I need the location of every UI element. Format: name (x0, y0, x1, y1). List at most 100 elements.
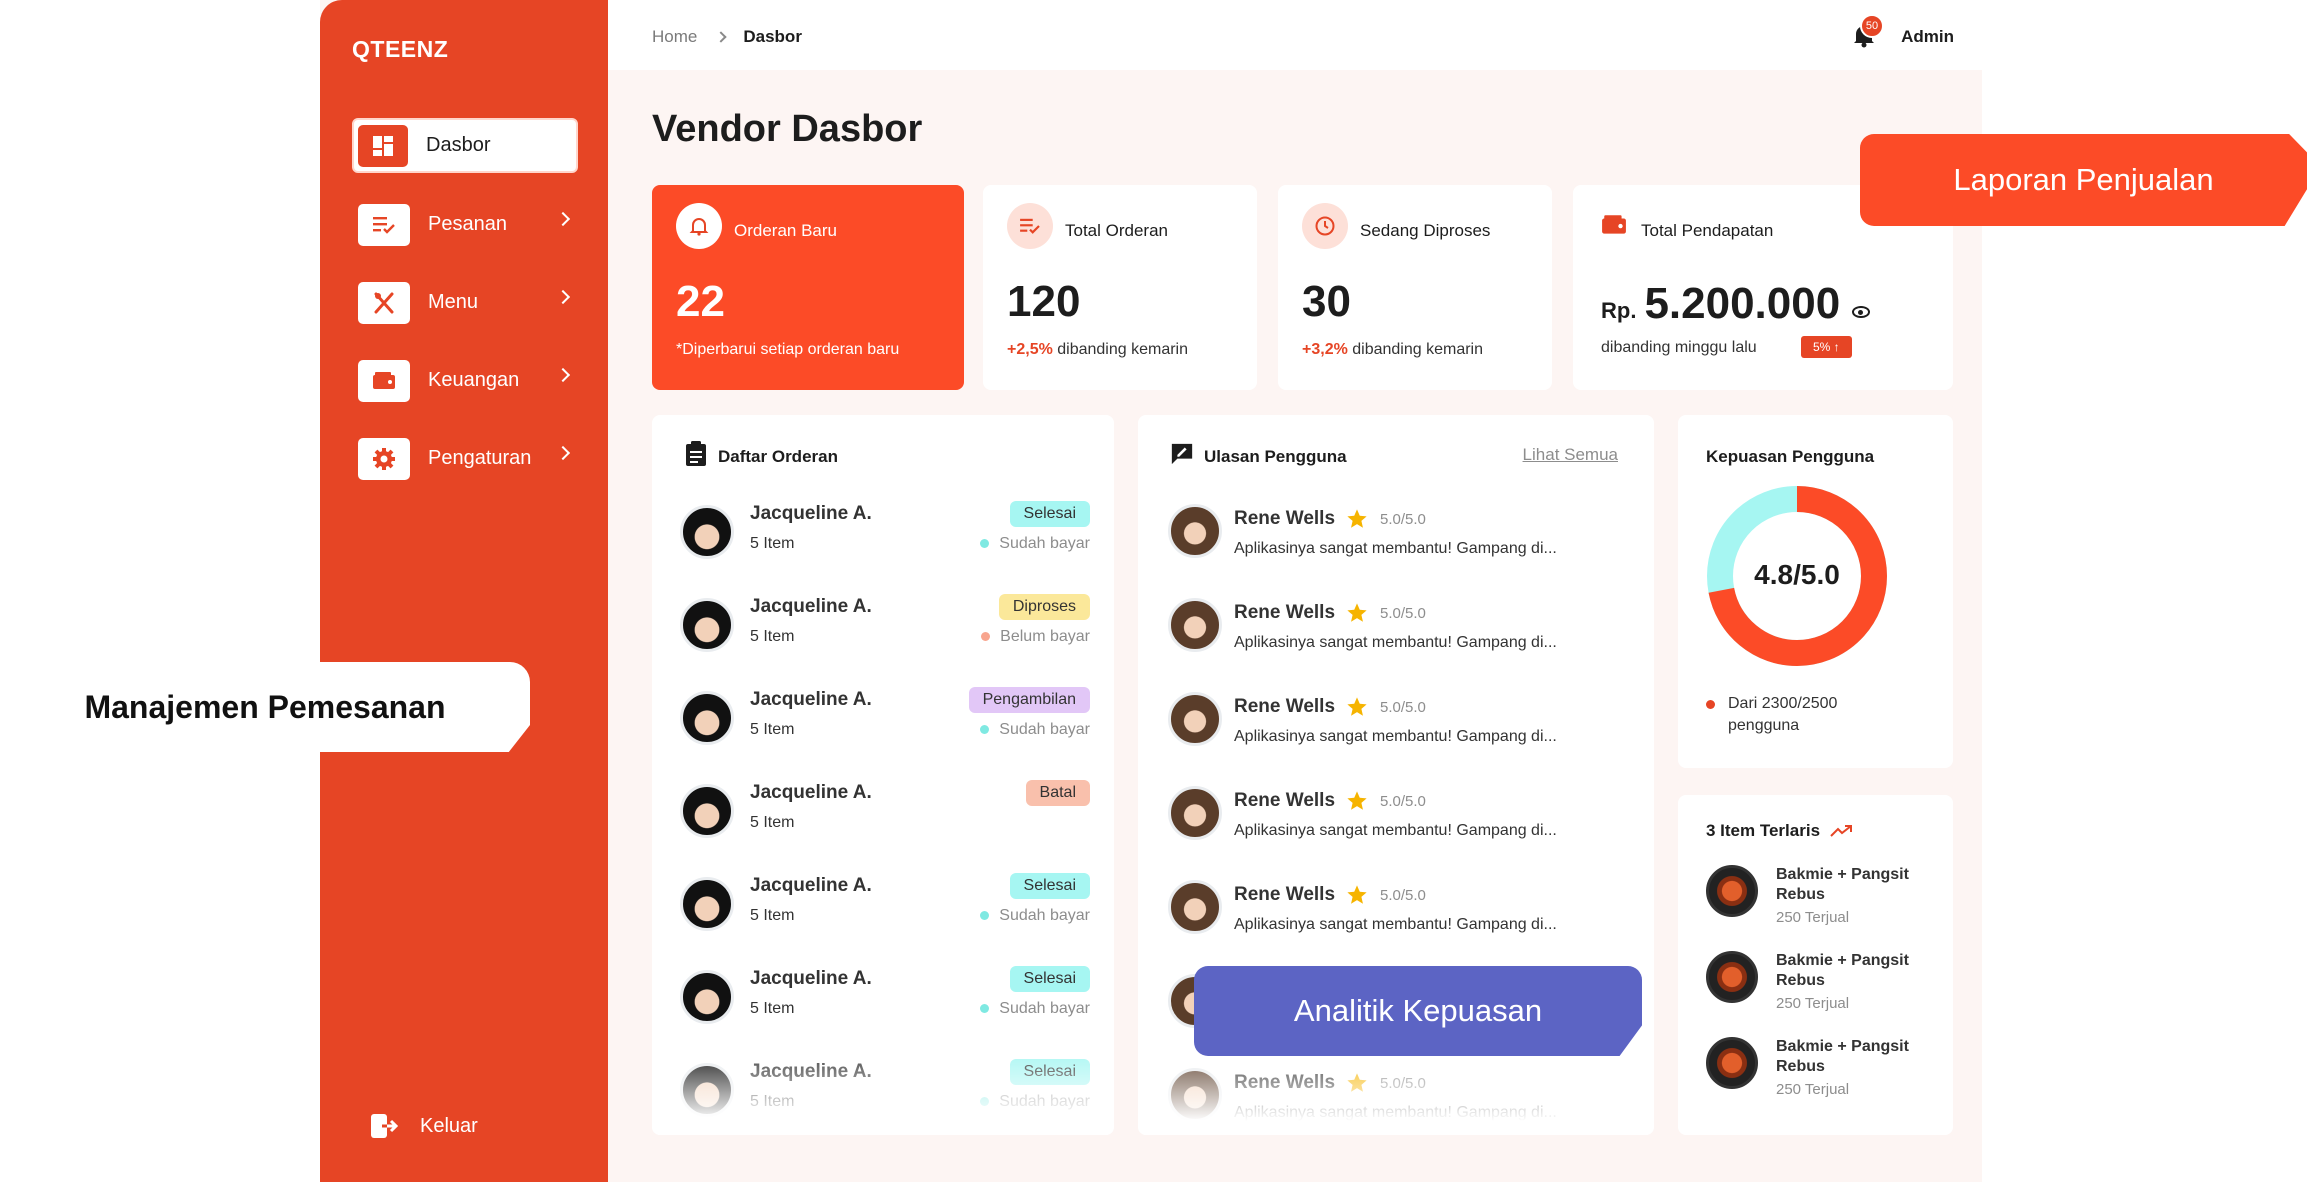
order-row[interactable]: Jacqueline A. 5 Item Diproses Belum bayar (680, 588, 1090, 668)
gear-icon (358, 437, 410, 480)
stat-label: Orderan Baru (734, 221, 837, 240)
customer-name: Jacqueline A. (750, 1061, 872, 1082)
order-row[interactable]: Jacqueline A. 5 Item Pengambilan Sudah baya… (680, 681, 1090, 761)
clipboard-icon (686, 441, 706, 466)
review-score: 5.0/5.0 (1380, 887, 1426, 904)
order-row[interactable]: Jacqueline A. 5 Item Selesai Sudah bayar (680, 1053, 1090, 1133)
reviewer-name: Rene Wells (1234, 696, 1336, 717)
item-name: Bakmie + Pangsit Rebus (1776, 1038, 1909, 1075)
review-text: Aplikasinya sangat membantu! Gampang di.… (1234, 822, 1557, 839)
stat-card-total-orders[interactable]: Total Orderan 120 +2,5% dibanding kemari… (983, 185, 1257, 390)
item-sold-count: 250 Terjual (1776, 909, 1850, 926)
page-title: Vendor Dasbor (652, 108, 923, 150)
cutlery-icon (358, 281, 410, 324)
customer-name: Jacqueline A. (750, 503, 872, 524)
review-item[interactable]: Rene Wells 5.0/5.0 Aplikasinya sangat memb… (1168, 1064, 1618, 1135)
see-all-link[interactable]: Lihat Semua (1523, 445, 1618, 465)
sidebar-item-pengaturan[interactable]: Pengaturan (352, 431, 578, 486)
stat-compare-text: dibanding kemarin (1347, 341, 1484, 358)
bestseller-item[interactable]: Bakmie + Pangsit Rebus 250 Terjual (1706, 865, 1936, 951)
stat-label: Sedang Diproses (1360, 221, 1491, 240)
item-name: Bakmie + Pangsit Rebus (1776, 866, 1909, 903)
status-badge: Pengambilan (968, 687, 1090, 713)
review-text: Aplikasinya sangat membantu! Gampang di.… (1234, 728, 1557, 745)
payment-label: Sudah bayar (999, 907, 1090, 924)
order-row[interactable]: Jacqueline A. 5 Item Selesai Sudah bayar (680, 495, 1090, 575)
sidebar-item-keuangan[interactable]: Keuangan (352, 353, 578, 408)
review-score: 5.0/5.0 (1380, 511, 1426, 528)
review-score: 5.0/5.0 (1380, 699, 1426, 716)
logout-icon (368, 1110, 400, 1142)
review-item[interactable]: Rene Wells 5.0/5.0 Aplikasinya sangat memb… (1168, 876, 1618, 966)
customer-name: Jacqueline A. (750, 782, 872, 803)
order-row[interactable]: Jacqueline A. 5 Item Selesai Sudah bayar (680, 867, 1090, 947)
eye-icon[interactable] (1852, 306, 1871, 318)
payment-status: Sudah bayar (980, 1093, 1090, 1111)
order-row[interactable]: Jacqueline A. 5 Item Selesai Sudah bayar (680, 960, 1090, 1040)
review-item[interactable]: Rene Wells 5.0/5.0 Aplikasinya sangat memb… (1168, 782, 1618, 872)
customer-avatar (680, 691, 734, 745)
status-badge: Batal (1025, 780, 1090, 806)
stat-value: 22 (676, 277, 725, 326)
order-row[interactable]: Jacqueline A. 5 Item Batal (680, 774, 1090, 854)
sidebar-item-dasbor[interactable]: Dasbor (352, 118, 578, 173)
review-text: Aplikasinya sangat membantu! Gampang di.… (1234, 540, 1557, 557)
stat-compare-text: dibanding minggu lalu (1601, 339, 1757, 356)
sidebar-item-menu[interactable]: Menu (352, 275, 578, 330)
customer-avatar (680, 1063, 734, 1117)
payment-dot (980, 539, 990, 548)
panel-title: 3 Item Terlaris (1706, 821, 1821, 840)
food-thumbnail (1706, 951, 1758, 1003)
callout-manajemen-pemesanan: Manajemen Pemesanan (0, 662, 530, 752)
bestseller-item[interactable]: Bakmie + Pangsit Rebus 250 Terjual (1706, 951, 1936, 1037)
trending-up-icon (1830, 825, 1853, 837)
customer-avatar (680, 784, 734, 838)
customer-avatar (680, 970, 734, 1024)
review-item[interactable]: Rene Wells 5.0/5.0 Aplikasinya sangat memb… (1168, 688, 1618, 778)
item-name: Bakmie + Pangsit Rebus (1776, 952, 1909, 989)
review-score: 5.0/5.0 (1380, 1075, 1426, 1092)
order-item-count: 5 Item (750, 1000, 795, 1017)
customer-avatar (680, 505, 734, 559)
panel-title: Daftar Orderan (718, 447, 838, 466)
payment-label: Sudah bayar (999, 535, 1090, 552)
order-item-count: 5 Item (750, 814, 795, 831)
bestsellers-card: 3 Item Terlaris Bakmie + Pangsit Rebus 25… (1678, 795, 1953, 1135)
stat-card-new-orders[interactable]: Orderan Baru 22 *Diperbarui setiap order… (652, 185, 964, 390)
user-menu[interactable]: Admin (1901, 27, 1954, 47)
review-text: Aplikasinya sangat membantu! Gampang di.… (1234, 634, 1557, 651)
logout-button[interactable]: Keluar (368, 1110, 478, 1142)
callout-analitik-kepuasan: Analitik Kepuasan (1194, 966, 1642, 1056)
stat-card-in-process[interactable]: Sedang Diproses 30 +3,2% dibanding kemar… (1278, 185, 1552, 390)
order-item-count: 5 Item (750, 628, 795, 645)
payment-status: Sudah bayar (980, 907, 1090, 925)
reviewer-name: Rene Wells (1234, 790, 1336, 811)
review-item[interactable]: Rene Wells 5.0/5.0 Aplikasinya sangat memb… (1168, 594, 1618, 684)
bestseller-item[interactable]: Bakmie + Pangsit Rebus 250 Terjual (1706, 1037, 1936, 1123)
payment-label: Sudah bayar (999, 721, 1090, 738)
panel-title: Ulasan Pengguna (1204, 447, 1347, 466)
payment-dot (980, 725, 990, 734)
star-icon (1347, 1073, 1367, 1092)
customer-avatar (680, 877, 734, 931)
stat-note: *Diperbarui setiap orderan baru (676, 341, 900, 358)
order-list-icon (1007, 203, 1053, 249)
review-score: 5.0/5.0 (1380, 793, 1426, 810)
item-sold-count: 250 Terjual (1776, 1081, 1850, 1098)
breadcrumb-home-link[interactable]: Home (652, 27, 697, 47)
customer-name: Jacqueline A. (750, 689, 872, 710)
stat-compare: +2,5% dibanding kemarin (1007, 341, 1188, 359)
bestsellers-header: 3 Item Terlaris (1706, 821, 1854, 841)
customer-name: Jacqueline A. (750, 875, 872, 896)
stat-label: Total Orderan (1065, 221, 1168, 240)
food-thumbnail (1706, 1037, 1758, 1089)
stat-value: 120 (1007, 277, 1081, 326)
chevron-right-icon (555, 367, 571, 383)
payment-status: Sudah bayar (980, 1000, 1090, 1018)
payment-label: Sudah bayar (999, 1093, 1090, 1110)
review-item[interactable]: Rene Wells 5.0/5.0 Aplikasinya sangat memb… (1168, 500, 1618, 590)
order-list-icon (358, 203, 410, 246)
payment-dot (980, 1097, 990, 1106)
payment-dot (980, 911, 990, 920)
sidebar-item-pesanan[interactable]: Pesanan (352, 197, 578, 252)
